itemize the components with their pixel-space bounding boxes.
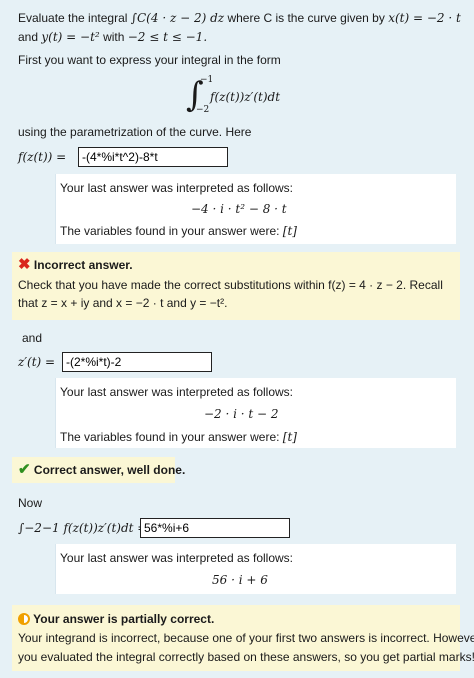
variables-label: The variables found in your answer were: — [60, 224, 280, 238]
intro-line-1: Evaluate the integral ∫C(4 · z − 2) dz w… — [18, 10, 461, 26]
upper-limit: −1 — [200, 75, 214, 85]
integral-label: ∫−2−1 f(z(t))z′(t)dt = — [18, 520, 147, 536]
express-text: First you want to express your integral … — [18, 53, 281, 67]
line2-with: with — [103, 30, 125, 44]
f-input[interactable]: -(4*%i*t^2)-8*t — [78, 147, 228, 167]
interpreted-label: Your last answer was interpreted as foll… — [60, 385, 294, 399]
interpreted-label: Your last answer was interpreted as foll… — [60, 551, 294, 565]
zprime-interpreted: −2 · i · t − 2 — [204, 407, 279, 421]
integral-input[interactable]: 56*%i+6 — [140, 518, 290, 538]
y-parametrization: y(t) = −t² — [41, 30, 100, 44]
intro-line-2: and y(t) = −t² with −2 ≤ t ≤ −1. — [18, 29, 207, 45]
validation-panel-integral: Your last answer was interpreted as foll… — [55, 544, 456, 594]
display-integral: ∫ −1 −2 f(z(t))z′(t)dt — [186, 76, 326, 116]
variables-row-zprime: The variables found in your answer were:… — [60, 429, 297, 445]
incorrect-line-1: Check that you have made the correct sub… — [18, 278, 443, 292]
feedback-incorrect: ✖ Incorrect answer. Check that you have … — [12, 252, 460, 320]
display-integrand: f(z(t))z′(t)dt — [210, 90, 281, 104]
variables-row-f: The variables found in your answer were:… — [60, 223, 297, 239]
partial-line-1: Your integrand is incorrect, because one… — [18, 631, 474, 645]
partial-title-row: Your answer is partially correct. — [18, 611, 214, 627]
x-parametrization: x(t) = −2 · t — [388, 11, 461, 25]
integral-expression: ∫C(4 · z − 2) dz — [130, 11, 225, 25]
lower-limit: −2 — [196, 105, 210, 115]
partial-title: Your answer is partially correct. — [33, 612, 215, 626]
partial-line-2: you evaluated the integral correctly bas… — [18, 650, 474, 664]
zprime-input[interactable]: -(2*%i*t)-2 — [62, 352, 212, 372]
intro-prefix: Evaluate the integral — [18, 11, 128, 25]
half-circle-icon — [18, 613, 30, 625]
intro-middle: where C is the curve given by — [227, 11, 385, 25]
correct-title: Correct answer, well done. — [33, 463, 186, 477]
line2-prefix: and — [18, 30, 39, 44]
incorrect-title: Incorrect answer. — [33, 258, 133, 272]
f-label: f(z(t)) = — [18, 150, 67, 164]
f-variables: [t] — [282, 224, 297, 238]
param-text: using the parametrization of the curve. … — [18, 125, 252, 139]
zprime-variables: [t] — [282, 430, 297, 444]
integral-interpreted: 56 · i + 6 — [212, 573, 268, 587]
integral-label-text: ∫−2−1 f(z(t))z′(t)dt = — [18, 521, 148, 535]
question-page: Evaluate the integral ∫C(4 · z − 2) dz w… — [0, 0, 474, 678]
correct-title-row: ✔ Correct answer, well done. — [18, 462, 185, 478]
and-text: and — [22, 331, 43, 345]
validation-panel-zprime: Your last answer was interpreted as foll… — [55, 378, 456, 448]
interpreted-label: Your last answer was interpreted as foll… — [60, 181, 294, 195]
variables-label: The variables found in your answer were: — [60, 430, 280, 444]
feedback-partial: Your answer is partially correct. Your i… — [12, 605, 474, 671]
incorrect-title-row: ✖ Incorrect answer. — [18, 257, 133, 273]
now-text: Now — [18, 496, 43, 510]
cross-icon: ✖ — [18, 256, 31, 273]
validation-panel-f: Your last answer was interpreted as foll… — [55, 174, 456, 244]
zprime-label: z′(t) = — [18, 355, 56, 369]
incorrect-line-2: that z = x + iy and x = −2 · t and y = −… — [18, 296, 228, 310]
check-icon: ✔ — [18, 461, 31, 478]
f-interpreted: −4 · i · t² − 8 · t — [191, 202, 287, 216]
feedback-correct: ✔ Correct answer, well done. — [12, 457, 185, 483]
t-range: −2 ≤ t ≤ −1. — [127, 30, 208, 44]
